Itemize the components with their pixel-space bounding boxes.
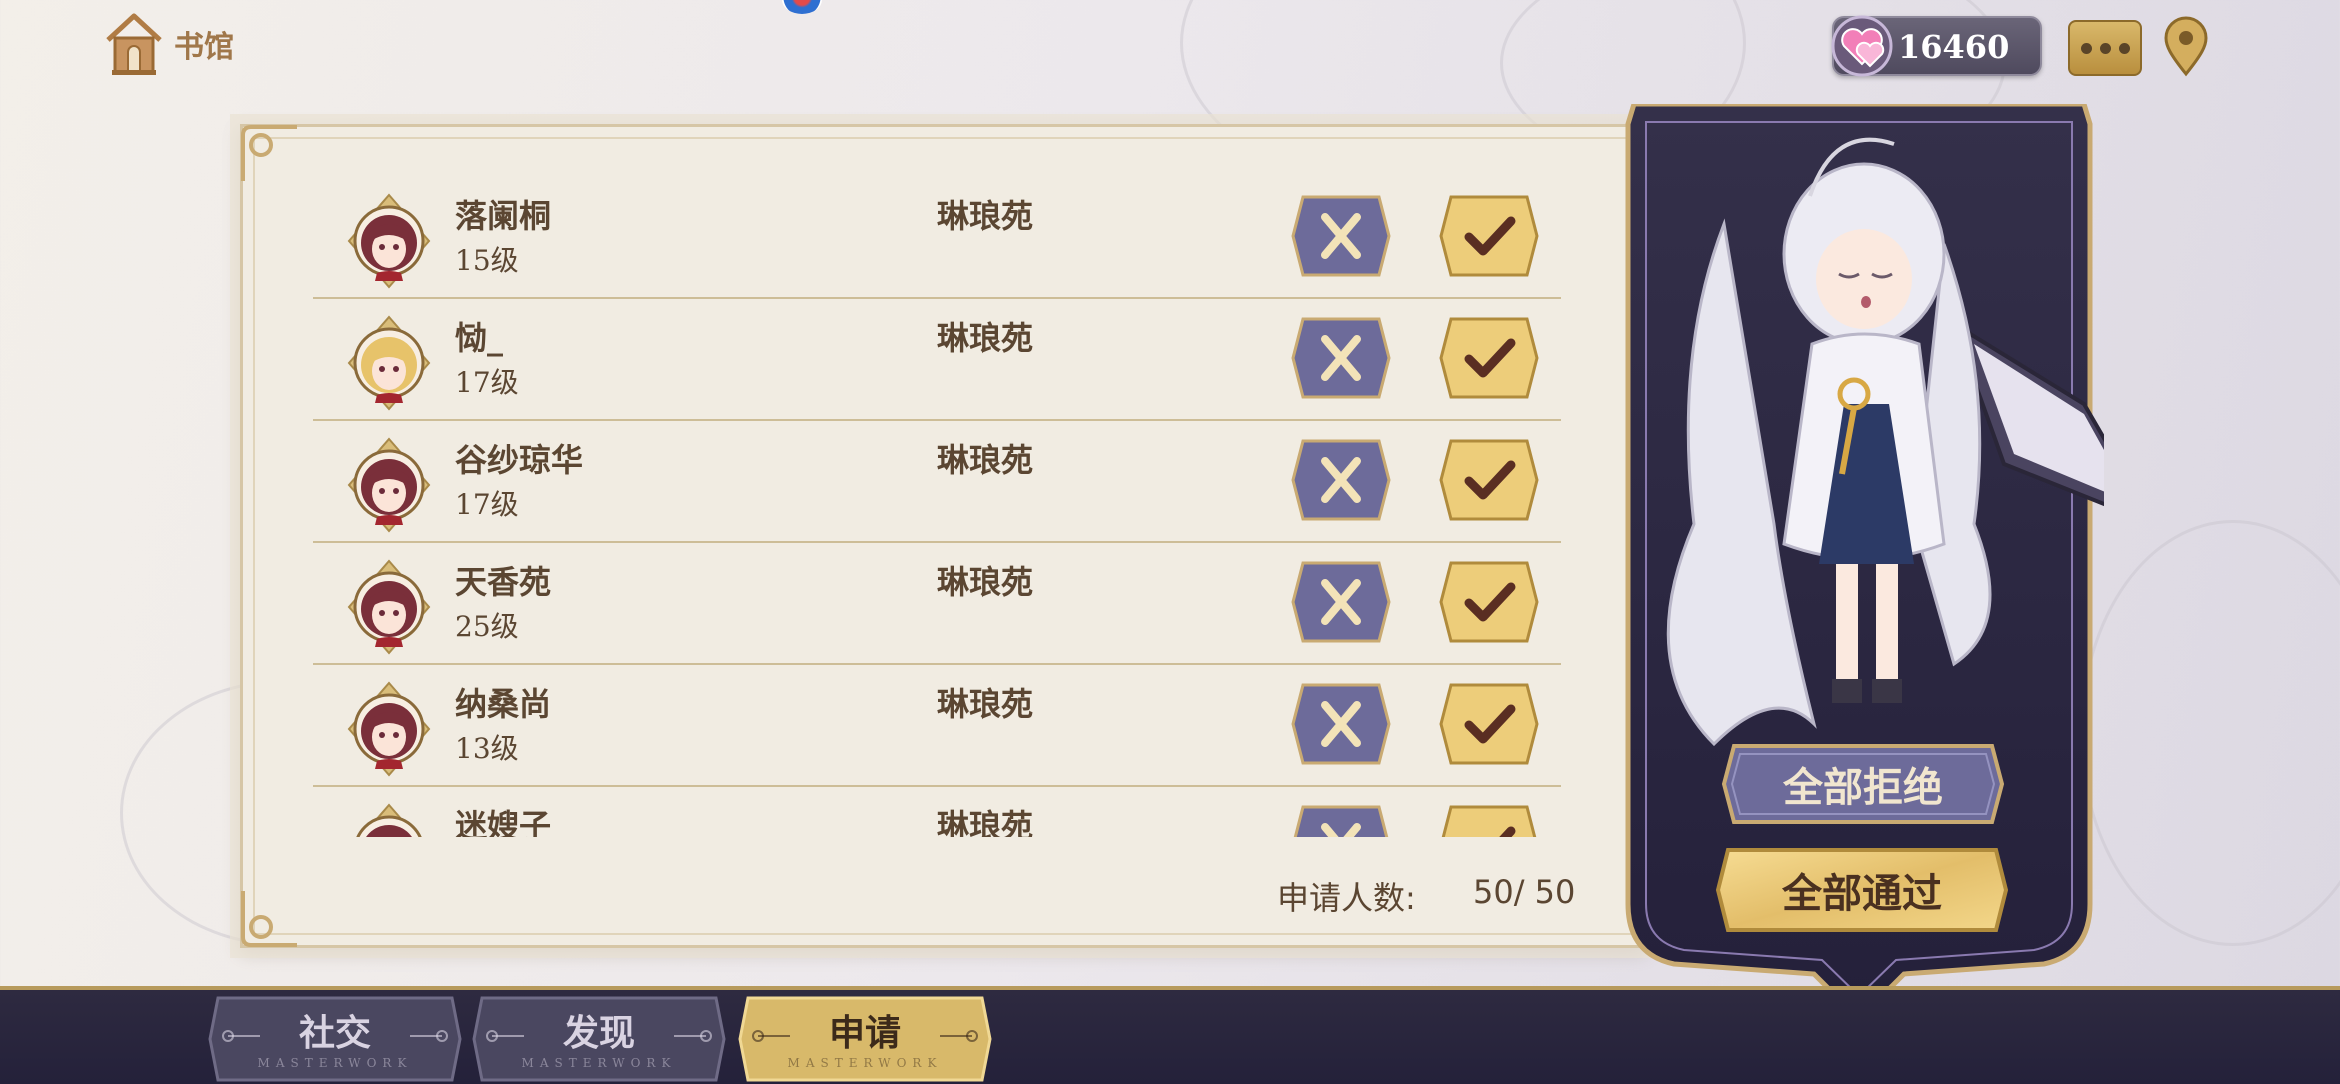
- reject-all-button-bg: [1721, 744, 2005, 824]
- house-icon: [106, 13, 162, 75]
- accept-button[interactable]: [1437, 681, 1541, 767]
- heart-gem-icon: [1831, 15, 1893, 77]
- background-ornament: [2080, 520, 2340, 946]
- chat-bubble-icon: [2080, 42, 2092, 54]
- currency-amount: 16460: [1898, 28, 2010, 66]
- checkmark-icon: [1439, 439, 1539, 521]
- player-avatar[interactable]: [347, 803, 431, 837]
- x-icon: [1291, 439, 1391, 521]
- chat-dot: [2118, 42, 2130, 54]
- request-row: 恸_ 17级 琳琅苑: [313, 299, 1561, 421]
- player-name: 谷纱琼华: [455, 441, 584, 479]
- player-guild: 琳琅苑: [937, 807, 1034, 837]
- accept-button[interactable]: [1437, 437, 1541, 523]
- player-level: 13级: [455, 732, 519, 765]
- player-avatar[interactable]: [347, 559, 431, 655]
- avatar-maroon-icon: [347, 193, 431, 289]
- avatar-blonde-icon: [347, 315, 431, 411]
- x-icon: [1291, 683, 1391, 765]
- tab-0[interactable]: 社交 MASTERWORK: [208, 996, 462, 1082]
- tab-label: 社交: [298, 1012, 371, 1054]
- checkmark-icon: [1439, 195, 1539, 277]
- request-row: 谷纱琼华 17级 琳琅苑: [313, 421, 1561, 543]
- player-guild: 琳琅苑: [937, 563, 1034, 601]
- tab-1[interactable]: 发现 MASTERWORK: [472, 996, 726, 1082]
- reject-button[interactable]: [1289, 803, 1393, 837]
- player-avatar[interactable]: [347, 437, 431, 533]
- applicant-count-label: 申请人数:: [1277, 879, 1416, 917]
- player-level: 25级: [455, 610, 519, 643]
- avatar-maroon-icon: [347, 437, 431, 533]
- player-name: 天香苑: [455, 563, 552, 601]
- reject-button[interactable]: [1289, 681, 1393, 767]
- request-list-panel: 落阑桐 15级 琳琅苑 恸_ 17级 琳琅苑 谷纱琼华 17级 琳琅苑 天香苑 …: [240, 124, 1646, 948]
- notification-orb: [782, 0, 822, 14]
- checkmark-icon: [1439, 317, 1539, 399]
- home-label: 书馆: [174, 30, 234, 65]
- player-avatar[interactable]: [347, 681, 431, 777]
- checkmark-icon: [1439, 683, 1539, 765]
- tab-label: 申请: [828, 1012, 901, 1054]
- tab-sublabel: MASTERWORK: [521, 1056, 677, 1070]
- reject-button[interactable]: [1289, 437, 1393, 523]
- accept-all-button[interactable]: 全部通过: [1714, 846, 2010, 934]
- player-guild: 琳琅苑: [937, 197, 1034, 235]
- player-guild: 琳琅苑: [937, 441, 1034, 479]
- reject-button[interactable]: [1289, 315, 1393, 401]
- accept-button[interactable]: [1437, 803, 1541, 837]
- chat-dot: [2099, 42, 2111, 54]
- currency-display: 16460: [1831, 15, 2042, 77]
- reject-all-button[interactable]: 全部拒绝: [1720, 742, 2006, 826]
- request-row: 纳桑尚 13级 琳琅苑: [313, 665, 1561, 787]
- player-name: 迷嫂子: [455, 807, 552, 837]
- player-name: 落阑桐: [455, 197, 552, 235]
- player-name: 恸_: [455, 319, 504, 357]
- accept-all-button-bg: [1715, 848, 2009, 932]
- request-list[interactable]: 落阑桐 15级 琳琅苑 恸_ 17级 琳琅苑 谷纱琼华 17级 琳琅苑 天香苑 …: [313, 177, 1561, 837]
- request-row: 迷嫂子 琳琅苑: [313, 787, 1561, 837]
- location-pin-icon[interactable]: [2160, 16, 2212, 78]
- player-name: 纳桑尚: [455, 685, 552, 723]
- request-row: 落阑桐 15级 琳琅苑: [313, 177, 1561, 299]
- tab-label: 发现: [562, 1012, 635, 1054]
- avatar-maroon-icon: [347, 681, 431, 777]
- tab-2[interactable]: 申请 MASTERWORK: [738, 996, 992, 1082]
- player-avatar[interactable]: [347, 193, 431, 289]
- accept-button[interactable]: [1437, 315, 1541, 401]
- accept-button[interactable]: [1437, 559, 1541, 645]
- checkmark-icon: [1441, 805, 1537, 837]
- corner-ornament: [241, 125, 297, 181]
- request-row: 天香苑 25级 琳琅苑: [313, 543, 1561, 665]
- player-level: 17级: [455, 366, 519, 399]
- tab-sublabel: MASTERWORK: [257, 1056, 413, 1070]
- accept-button[interactable]: [1437, 193, 1541, 279]
- x-icon: [1291, 317, 1391, 399]
- player-avatar[interactable]: [347, 315, 431, 411]
- applicant-count-value: 50/ 50: [1473, 873, 1576, 911]
- x-icon: [1293, 805, 1389, 837]
- x-icon: [1291, 195, 1391, 277]
- avatar-maroon-icon: [347, 559, 431, 655]
- player-guild: 琳琅苑: [937, 319, 1034, 357]
- x-icon: [1291, 561, 1391, 643]
- checkmark-icon: [1439, 561, 1539, 643]
- avatar-maroon-icon: [356, 803, 422, 837]
- player-level: 17级: [455, 488, 519, 521]
- player-guild: 琳琅苑: [937, 685, 1034, 723]
- chat-button[interactable]: [2068, 20, 2142, 76]
- bottom-tab-bar: 社交 MASTERWORK 发现 MASTERWORK 申请 MASTERWOR…: [0, 986, 2340, 1084]
- home-button[interactable]: 书馆: [104, 8, 274, 80]
- player-level: 15级: [455, 244, 519, 277]
- reject-button[interactable]: [1289, 559, 1393, 645]
- tab-sublabel: MASTERWORK: [787, 1056, 943, 1070]
- reject-button[interactable]: [1289, 193, 1393, 279]
- corner-ornament: [241, 891, 297, 947]
